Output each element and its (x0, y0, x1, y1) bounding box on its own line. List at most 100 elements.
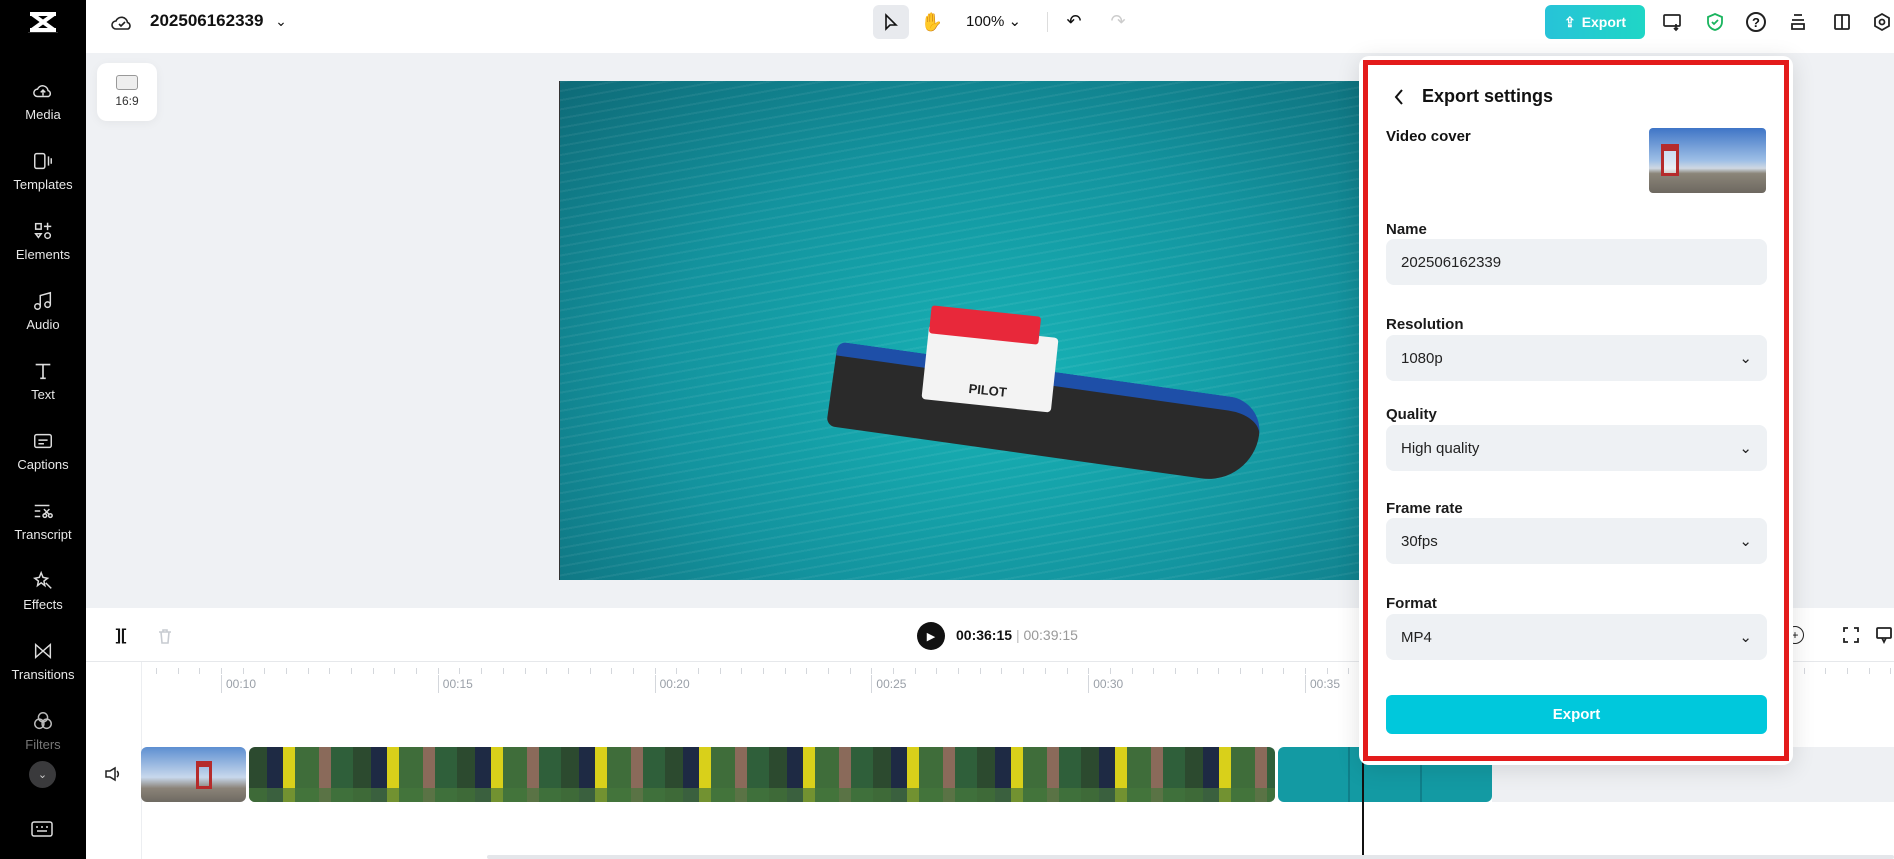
security-shield-icon[interactable] (1703, 10, 1727, 34)
hand-tool-button[interactable]: ✋ (918, 5, 946, 39)
video-clip-children[interactable] (249, 747, 1275, 802)
help-icon[interactable]: ? (1746, 12, 1766, 32)
ruler-tick (611, 668, 613, 674)
ruler-label: 00:35 (1305, 675, 1340, 693)
comment-icon[interactable] (1874, 624, 1894, 646)
name-input[interactable]: 202506162339 (1386, 239, 1767, 285)
sidebar-item-filters[interactable]: Filters (0, 700, 86, 762)
ruler-tick (567, 668, 569, 674)
ruler-tick (1023, 668, 1025, 674)
ruler-tick (1218, 668, 1220, 674)
hand-icon: ✋ (920, 11, 944, 32)
frame-rate-select[interactable]: 30fps ⌄ (1386, 518, 1767, 564)
timeline-scrollbar[interactable] (487, 855, 1894, 859)
format-select[interactable]: MP4 ⌄ (1386, 614, 1767, 660)
lifeguard-tower (1661, 144, 1679, 176)
undo-button[interactable]: ↶ (1062, 8, 1086, 34)
panel-layout-icon[interactable] (1830, 10, 1854, 34)
transcript-icon (34, 504, 53, 519)
redo-icon: ↷ (1110, 10, 1126, 31)
sidebar-item-label: Transitions (11, 667, 75, 682)
sidebar: Media Templates Elements Audio Text Capt… (0, 0, 86, 859)
ruler-tick (546, 668, 548, 674)
transitions-icon (34, 642, 52, 660)
ruler-tick (1239, 668, 1241, 674)
ruler-tick (155, 668, 157, 674)
aspect-ratio-button[interactable]: 16:9 (97, 63, 157, 121)
video-cover-thumbnail[interactable] (1649, 128, 1766, 193)
ruler-tick (524, 668, 526, 674)
ruler-tick (1890, 668, 1892, 674)
ruler-tick (1131, 668, 1133, 674)
fullscreen-icon[interactable] (1840, 624, 1862, 646)
trash-icon (159, 629, 171, 644)
sidebar-item-media[interactable]: Media (0, 70, 86, 132)
resolution-select[interactable]: 1080p ⌄ (1386, 335, 1767, 381)
back-button[interactable] (1389, 84, 1409, 110)
sidebar-item-transcript[interactable]: Transcript (0, 490, 86, 552)
ruler-tick (741, 668, 743, 674)
ruler-tick (1868, 668, 1870, 674)
sidebar-item-templates[interactable]: Templates (0, 140, 86, 202)
settings-gear-icon[interactable] (1870, 10, 1894, 34)
play-button[interactable]: ▶ (917, 622, 945, 650)
ruler-tick (199, 668, 201, 674)
download-desktop-icon[interactable] (1660, 10, 1684, 34)
ruler-tick (329, 668, 331, 674)
ruler-tick (1348, 668, 1350, 674)
ruler-tick (914, 668, 916, 674)
track-volume-icon[interactable] (102, 764, 124, 784)
sidebar-item-audio[interactable]: Audio (0, 280, 86, 342)
elements-icon (34, 222, 52, 240)
ruler-tick (351, 668, 353, 674)
layers-icon[interactable] (1786, 10, 1810, 34)
sidebar-item-label: Text (31, 387, 55, 402)
expand-more-button[interactable]: ⌄ (29, 761, 56, 788)
ruler-tick (1261, 668, 1263, 674)
export-label: Export (1581, 14, 1627, 30)
media-upload-icon (33, 85, 52, 98)
sidebar-item-text[interactable]: Text (0, 350, 86, 412)
zoom-level-dropdown[interactable]: 100% ⌄ (966, 12, 1021, 30)
ruler-tick (1825, 668, 1827, 674)
redo-button[interactable]: ↷ (1106, 8, 1130, 34)
video-clip-beach[interactable] (141, 747, 246, 802)
frame-rate-label: Frame rate (1386, 500, 1463, 517)
sidebar-item-label: Transcript (14, 527, 72, 542)
keyboard-shortcuts-button[interactable] (29, 818, 55, 840)
panel-title: Export settings (1422, 86, 1554, 106)
video-preview[interactable]: PILOT (559, 81, 1446, 580)
ruler-label: 00:30 (1088, 675, 1123, 693)
upload-icon: ⇪ (1563, 13, 1576, 30)
split-button[interactable]: ][ (110, 625, 132, 647)
ruler-tick (1153, 668, 1155, 674)
aspect-ratio-icon (116, 75, 138, 90)
ruler-tick (1044, 668, 1046, 674)
project-name[interactable]: 202506162339 (150, 11, 263, 31)
video-cover-label: Video cover (1386, 128, 1471, 145)
cloud-saved-icon[interactable] (110, 10, 134, 34)
ruler-tick (784, 668, 786, 674)
sidebar-item-transitions[interactable]: Transitions (0, 630, 86, 692)
quality-select[interactable]: High quality ⌄ (1386, 425, 1767, 471)
sidebar-item-elements[interactable]: Elements (0, 210, 86, 272)
format-label: Format (1386, 595, 1437, 612)
name-value: 202506162339 (1401, 253, 1502, 271)
select-tool-button[interactable] (873, 5, 909, 39)
effects-icon (32, 570, 52, 589)
delete-button[interactable] (154, 625, 176, 647)
sidebar-item-label: Filters (25, 737, 61, 752)
export-button-top[interactable]: ⇪ Export (1545, 5, 1645, 39)
ruler-tick (632, 668, 634, 674)
filters-icon (34, 712, 52, 730)
sidebar-item-captions[interactable]: Captions (0, 420, 86, 482)
export-button[interactable]: Export (1386, 695, 1767, 734)
divider (1047, 12, 1048, 32)
lifeguard-tower (196, 761, 212, 789)
export-button-label: Export (1552, 706, 1601, 723)
quality-value: High quality (1401, 439, 1480, 457)
sidebar-item-effects[interactable]: Effects (0, 560, 86, 622)
project-menu-chevron-icon[interactable]: ⌄ (272, 12, 290, 30)
ruler-tick (828, 668, 830, 674)
divider (28, 32, 58, 33)
